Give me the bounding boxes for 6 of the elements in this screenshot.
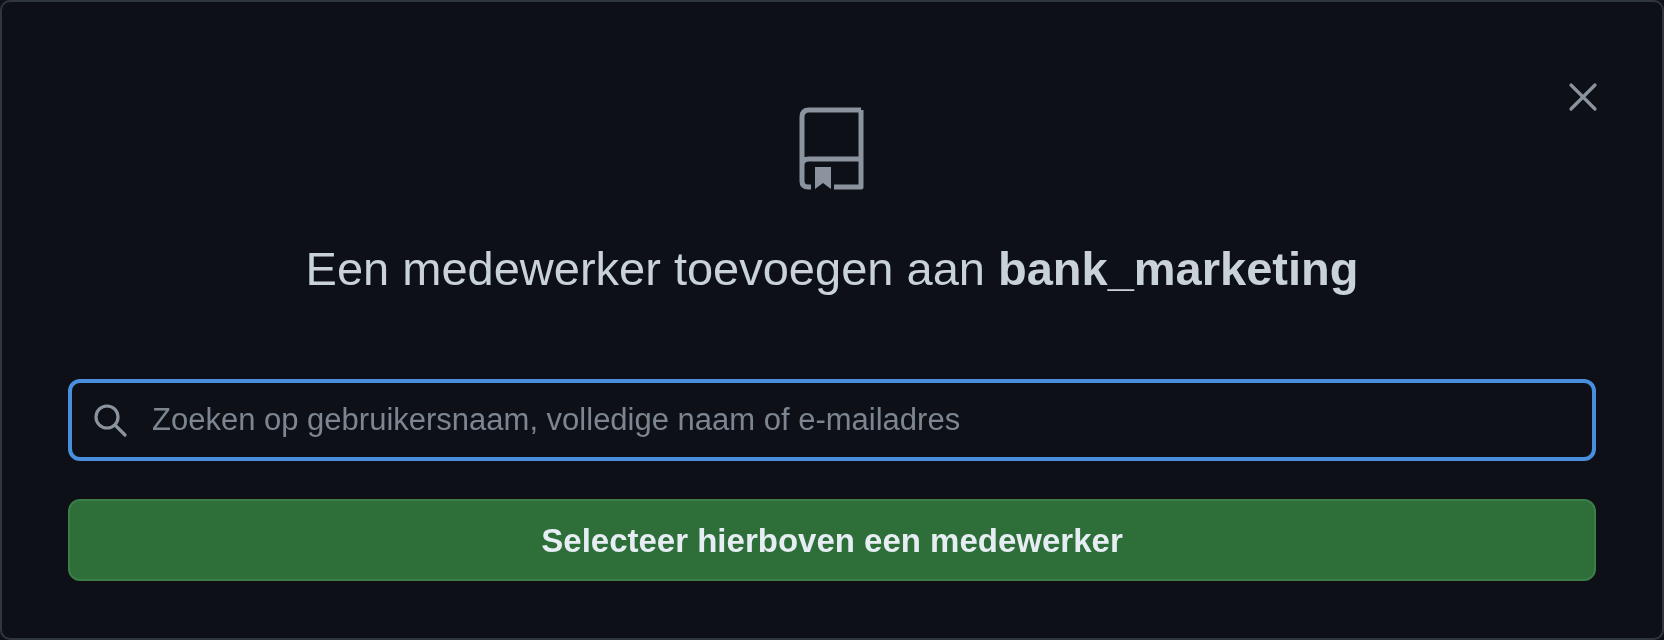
close-icon <box>1568 82 1598 112</box>
search-field[interactable]: Zoeken op gebruikersnaam, volledige naam of e-mailadres <box>68 379 1596 462</box>
dialog-title: Een medewerker toevoegen aan bank_marketing <box>304 241 1360 297</box>
search-icon <box>92 402 128 439</box>
book-icon <box>799 107 865 191</box>
select-collaborator-button[interactable]: Selecteer hierboven een medewerker <box>68 499 1596 582</box>
